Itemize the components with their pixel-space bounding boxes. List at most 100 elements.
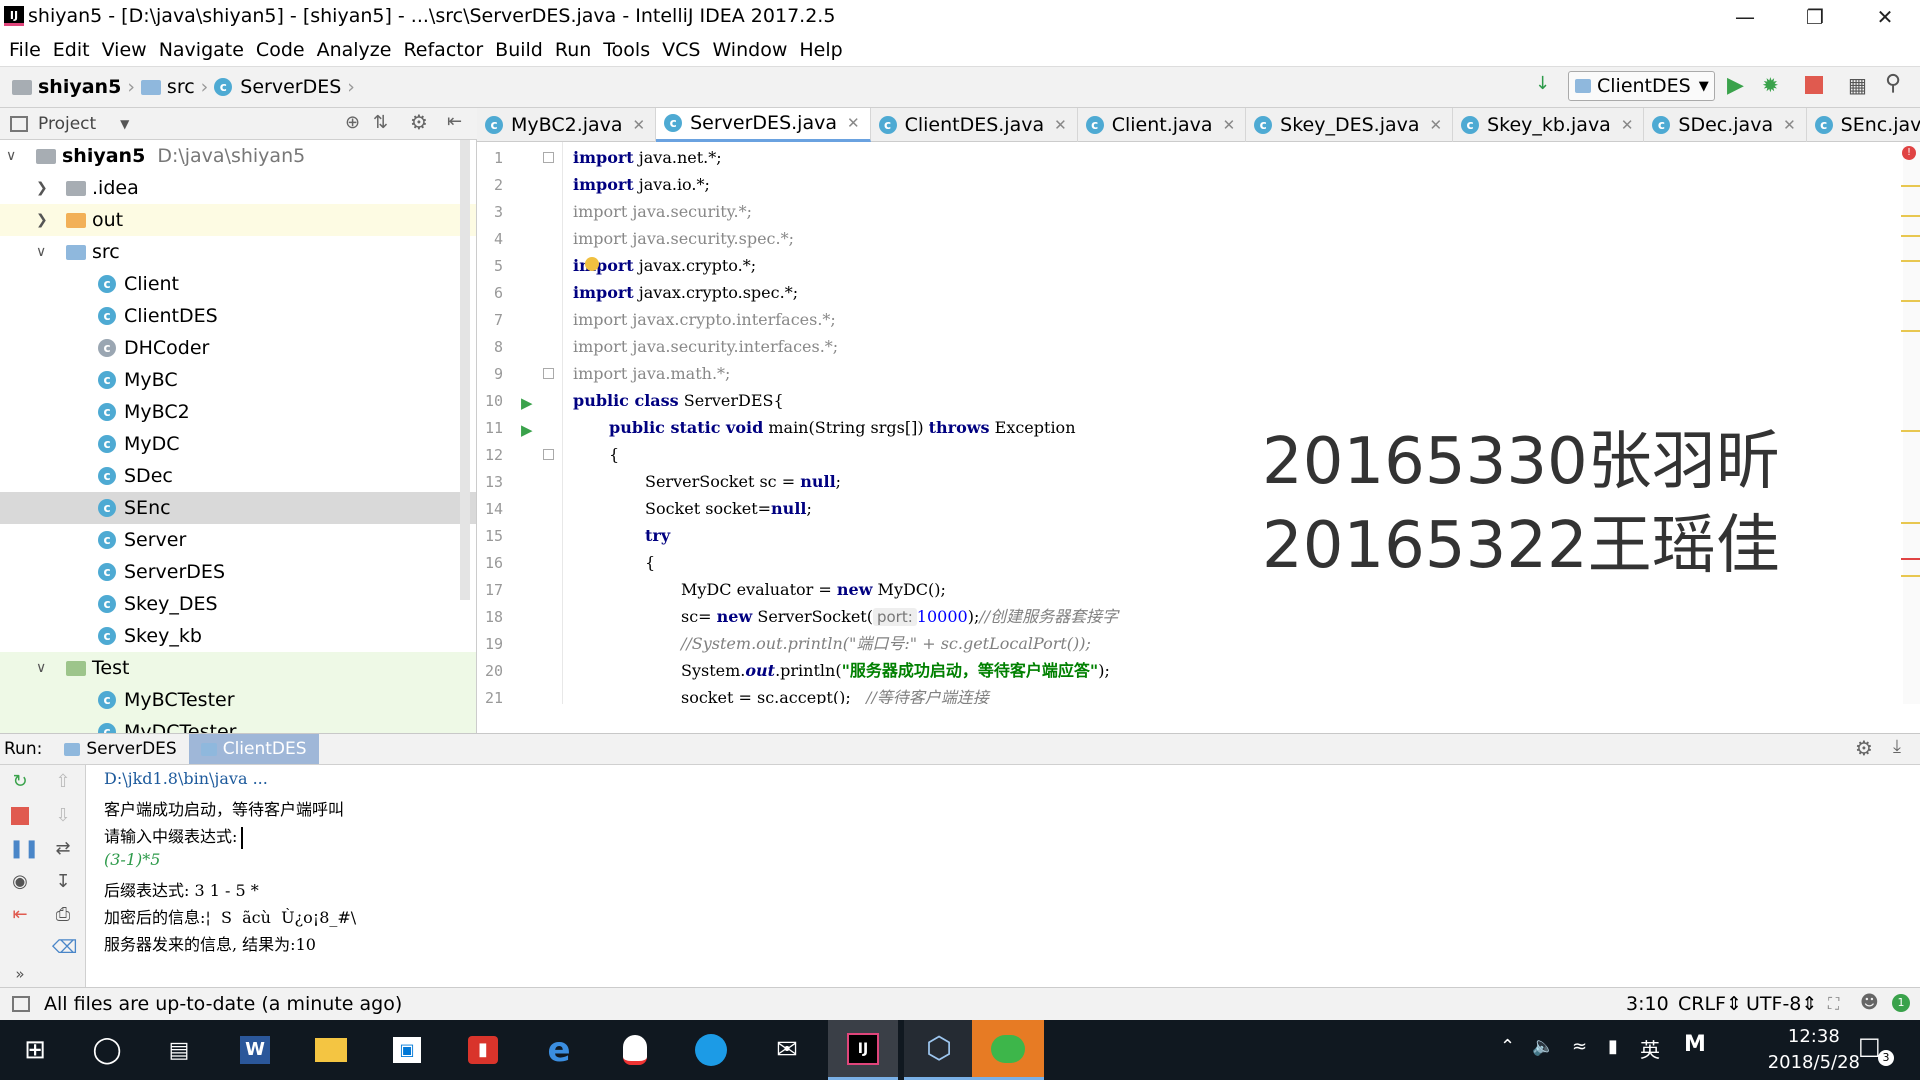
task-view-icon[interactable]: ▤ (144, 1020, 214, 1080)
tree-item-class[interactable]: c MyDCTester (0, 716, 476, 733)
edge-icon[interactable]: e (524, 1020, 594, 1080)
exit-icon[interactable]: ⇤ (9, 904, 31, 926)
close-icon[interactable]: ✕ (847, 114, 860, 132)
cortana-icon[interactable]: ◯ (72, 1020, 142, 1080)
tree-item-class[interactable]: c Server (0, 524, 476, 556)
lightbulb-icon[interactable] (585, 257, 599, 271)
tree-item-class[interactable]: c MyBCTester (0, 684, 476, 716)
tree-item-class[interactable]: c ServerDES (0, 556, 476, 588)
warning-marker[interactable] (1901, 235, 1920, 237)
pause-icon[interactable]: ❚❚ (9, 838, 39, 860)
run-config-select[interactable]: ClientDES ▼ (1568, 71, 1715, 101)
warning-marker[interactable] (1901, 260, 1920, 262)
run-icon[interactable]: ▶ (1727, 73, 1744, 98)
menu-help[interactable]: Help (799, 39, 842, 61)
menu-analyze[interactable]: Analyze (317, 39, 392, 61)
chevron-down-icon[interactable]: ∨ (6, 148, 16, 164)
chevron-down-icon[interactable]: ∨ (36, 244, 46, 260)
tab-clientdes[interactable]: c ClientDES.java ✕ (871, 107, 1078, 142)
wifi-icon[interactable]: ≈ (1572, 1036, 1587, 1057)
console-output[interactable]: D:\jkd1.8\bin\java ... 客户端成功启动，等待客户端呼叫 请… (86, 765, 1920, 987)
gear-icon[interactable]: ⚙ (1855, 736, 1873, 760)
breadcrumb-file[interactable]: c ServerDES (214, 76, 341, 98)
tree-item-class[interactable]: c MyDC (0, 428, 476, 460)
warning-marker[interactable] (1901, 185, 1920, 187)
rerun-icon[interactable]: ↻ (9, 771, 31, 793)
clock[interactable]: 12:38 2018/5/28 (1768, 1024, 1860, 1076)
file-explorer-icon[interactable] (296, 1020, 366, 1080)
search-icon[interactable]: ⚲ (1885, 71, 1901, 96)
tab-client[interactable]: c Client.java ✕ (1078, 107, 1247, 142)
tree-item-test[interactable]: ∨ Test (0, 652, 476, 684)
tree-item-class[interactable]: c Skey_DES (0, 588, 476, 620)
build-icon[interactable]: ↓ (1535, 73, 1550, 94)
restore-button[interactable]: ❐ (1780, 0, 1850, 34)
warning-marker[interactable] (1901, 575, 1920, 577)
line-separator-select[interactable]: CRLF⇕ (1678, 993, 1742, 1015)
tree-item-class-selected[interactable]: c SEnc (0, 492, 476, 524)
menu-code[interactable]: Code (256, 39, 305, 61)
caret-position[interactable]: 3:10 (1626, 993, 1669, 1015)
encoding-select[interactable]: UTF-8⇕ (1746, 993, 1817, 1015)
warning-marker[interactable] (1901, 430, 1920, 432)
lock-icon[interactable]: ⛶ (1828, 994, 1839, 1014)
project-panel-title[interactable]: Project (38, 114, 96, 134)
run-tab-serverdes[interactable]: ServerDES (52, 734, 188, 764)
tab-sdec[interactable]: c SDec.java ✕ (1644, 107, 1807, 142)
menu-edit[interactable]: Edit (53, 39, 90, 61)
error-stripe[interactable] (1903, 142, 1920, 704)
close-window-button[interactable]: ✕ (1850, 0, 1920, 34)
chevron-up-icon[interactable]: ⌃ (1500, 1036, 1515, 1057)
chevron-right-icon[interactable]: ❯ (36, 180, 48, 196)
more-icon[interactable]: » (9, 963, 31, 985)
breadcrumb-src[interactable]: src (140, 76, 195, 98)
close-icon[interactable]: ✕ (1621, 116, 1634, 134)
breadcrumb-project[interactable]: shiyan5 (12, 76, 121, 98)
word-icon[interactable]: W (220, 1020, 290, 1080)
stop-icon[interactable] (11, 807, 29, 825)
chevron-down-icon[interactable]: ∨ (36, 660, 46, 676)
menu-navigate[interactable]: Navigate (159, 39, 244, 61)
error-indicator-icon[interactable]: ! (1902, 146, 1916, 160)
store-icon[interactable]: ▣ (372, 1020, 442, 1080)
event-log-icon[interactable]: 1 (1892, 994, 1910, 1012)
warning-marker[interactable] (1901, 300, 1920, 302)
tab-serverdes[interactable]: c ServerDES.java ✕ (656, 107, 871, 142)
chevron-down-icon[interactable]: ▼ (120, 117, 129, 131)
tree-item-class[interactable]: c SDec (0, 460, 476, 492)
menu-file[interactable]: File (9, 39, 41, 61)
scroll-to-end-icon[interactable]: ↧ (52, 871, 74, 893)
qq-icon[interactable] (600, 1020, 670, 1080)
run-gutter-icon[interactable]: ▶ (521, 394, 533, 412)
collapse-all-icon[interactable]: ⇅ (373, 112, 388, 133)
print-icon[interactable]: ⎙ (52, 904, 74, 926)
tab-skey-des[interactable]: c Skey_DES.java ✕ (1246, 107, 1454, 142)
fold-icon[interactable] (543, 368, 554, 379)
close-icon[interactable]: ✕ (1054, 116, 1067, 134)
virtualbox-icon[interactable]: ⬡ (904, 1020, 974, 1080)
menu-build[interactable]: Build (495, 39, 543, 61)
ime-mode-icon[interactable]: M (1684, 1032, 1706, 1057)
camera-icon[interactable]: ◉ (9, 871, 31, 893)
tree-scrollbar[interactable] (460, 140, 470, 600)
menu-run[interactable]: Run (555, 39, 591, 61)
warning-marker[interactable] (1901, 215, 1920, 217)
run-gutter-icon[interactable]: ▶ (521, 421, 533, 439)
tree-item-src[interactable]: ∨ src (0, 236, 476, 268)
mail-icon[interactable]: ✉ (752, 1020, 822, 1080)
tree-item-idea[interactable]: ❯ .idea (0, 172, 476, 204)
warning-marker[interactable] (1901, 330, 1920, 332)
windows-start-icon[interactable]: ⊞ (0, 1020, 70, 1080)
tree-item-class[interactable]: c Skey_kb (0, 620, 476, 652)
down-arrow-icon[interactable]: ⇩ (52, 805, 74, 827)
hide-panel-icon[interactable]: ⤓ (1893, 736, 1901, 757)
close-icon[interactable]: ✕ (633, 116, 646, 134)
trash-icon[interactable]: ⌫ (52, 937, 77, 959)
error-marker[interactable] (1901, 558, 1920, 560)
soft-wrap-icon[interactable]: ⇄ (52, 838, 74, 860)
tree-item-out[interactable]: ❯ out (0, 204, 476, 236)
inspector-icon[interactable]: ☻ (1860, 992, 1879, 1013)
tree-item-root[interactable]: ∨ shiyan5 D:\java\shiyan5 (0, 140, 476, 172)
tool-windows-icon[interactable] (12, 996, 30, 1012)
fold-icon[interactable] (543, 449, 554, 460)
